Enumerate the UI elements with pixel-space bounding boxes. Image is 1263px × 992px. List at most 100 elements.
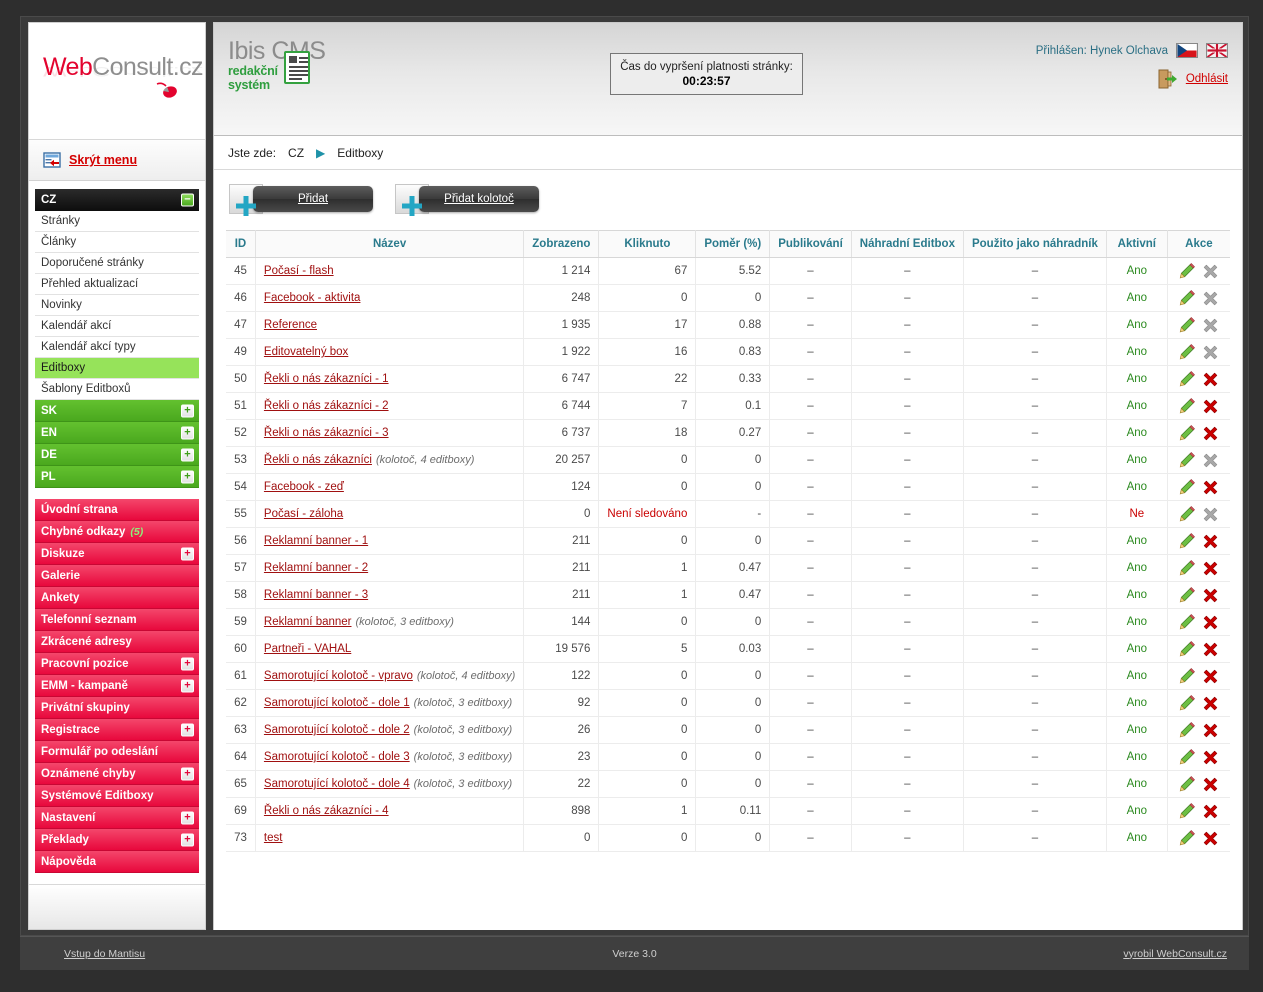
sidebar-group-cz[interactable]: CZ − bbox=[35, 189, 199, 211]
column-header-akce[interactable]: Akce bbox=[1167, 230, 1230, 258]
logout-link[interactable]: Odhlásit bbox=[1186, 73, 1228, 85]
sidebar-item-priv-tn-skupiny[interactable]: Privátní skupiny bbox=[35, 697, 199, 719]
sidebar-item-zkr-cen-adresy[interactable]: Zkrácené adresy bbox=[35, 631, 199, 653]
edit-pencil-icon[interactable] bbox=[1179, 263, 1196, 279]
column-header-pom-r-[interactable]: Poměr (%) bbox=[695, 230, 771, 258]
delete-x-icon[interactable] bbox=[1203, 480, 1218, 495]
edit-pencil-icon[interactable] bbox=[1179, 506, 1196, 522]
producer-link[interactable]: vyrobil WebConsult.cz bbox=[1123, 948, 1227, 960]
expand-item-icon[interactable]: + bbox=[181, 723, 194, 736]
edit-pencil-icon[interactable] bbox=[1179, 371, 1196, 387]
edit-pencil-icon[interactable] bbox=[1179, 587, 1196, 603]
edit-pencil-icon[interactable] bbox=[1179, 668, 1196, 684]
sidebar-item-editboxy[interactable]: Editboxy bbox=[35, 358, 199, 379]
editbox-link[interactable]: Samorotující kolotoč - vpravo bbox=[264, 670, 413, 682]
expand-pl-icon[interactable]: + bbox=[181, 470, 194, 483]
delete-x-icon[interactable] bbox=[1203, 426, 1218, 441]
editbox-link[interactable]: Reklamní banner - 2 bbox=[264, 562, 368, 574]
edit-pencil-icon[interactable] bbox=[1179, 695, 1196, 711]
sidebar-item-pracovn-pozice[interactable]: Pracovní pozice + bbox=[35, 653, 199, 675]
sidebar-item-telefonn-seznam[interactable]: Telefonní seznam bbox=[35, 609, 199, 631]
sidebar-item-novinky[interactable]: Novinky bbox=[35, 295, 199, 316]
add-carousel-button[interactable]: Přidat kolotoč bbox=[395, 184, 539, 216]
sidebar-group-pl[interactable]: PL + bbox=[35, 466, 199, 488]
column-header-pou-ito-jako-n-hradn-k[interactable]: Použito jako náhradník bbox=[963, 230, 1107, 258]
editbox-link[interactable]: Počasí - flash bbox=[264, 265, 334, 277]
editbox-link[interactable]: Samorotující kolotoč - dole 3 bbox=[264, 751, 410, 763]
edit-pencil-icon[interactable] bbox=[1179, 344, 1196, 360]
editbox-link[interactable]: Facebook - aktivita bbox=[264, 292, 361, 304]
expand-item-icon[interactable]: + bbox=[181, 657, 194, 670]
edit-pencil-icon[interactable] bbox=[1179, 830, 1196, 846]
add-button[interactable]: Přidat bbox=[229, 184, 373, 216]
editbox-link[interactable]: Samorotující kolotoč - dole 1 bbox=[264, 697, 410, 709]
editbox-link[interactable]: Řekli o nás zákazníci bbox=[264, 454, 372, 466]
delete-x-icon[interactable] bbox=[1203, 804, 1218, 819]
edit-pencil-icon[interactable] bbox=[1179, 398, 1196, 414]
editbox-link[interactable]: Řekli o nás zákazníci - 1 bbox=[264, 373, 389, 385]
editbox-link[interactable]: Samorotující kolotoč - dole 2 bbox=[264, 724, 410, 736]
column-header-aktivn-[interactable]: Aktivní bbox=[1106, 230, 1168, 258]
edit-pencil-icon[interactable] bbox=[1179, 803, 1196, 819]
sidebar-item-chybn-odkazy[interactable]: Chybné odkazy (5) bbox=[35, 521, 199, 543]
delete-x-icon[interactable] bbox=[1203, 696, 1218, 711]
hide-menu-button[interactable]: Skrýt menu bbox=[29, 140, 205, 181]
editbox-link[interactable]: Reference bbox=[264, 319, 317, 331]
delete-x-icon[interactable] bbox=[1203, 372, 1218, 387]
add-carousel-label[interactable]: Přidat kolotoč bbox=[444, 193, 514, 205]
delete-x-icon[interactable] bbox=[1203, 750, 1218, 765]
add-button-tab[interactable]: Přidat bbox=[253, 186, 373, 212]
expand-de-icon[interactable]: + bbox=[181, 448, 194, 461]
sidebar-item-nastaven-[interactable]: Nastavení + bbox=[35, 807, 199, 829]
column-header-n-hradn-editbox[interactable]: Náhradní Editbox bbox=[851, 230, 964, 258]
delete-x-icon[interactable] bbox=[1203, 723, 1218, 738]
editbox-link[interactable]: Počasí - záloha bbox=[264, 508, 343, 520]
sidebar-item-formul-po-odesl-n-[interactable]: Formulář po odeslání bbox=[35, 741, 199, 763]
editbox-link[interactable]: Reklamní banner - 3 bbox=[264, 589, 368, 601]
edit-pencil-icon[interactable] bbox=[1179, 425, 1196, 441]
hide-menu-label[interactable]: Skrýt menu bbox=[69, 153, 137, 167]
editbox-link[interactable]: Facebook - zeď bbox=[264, 481, 344, 493]
sidebar-item-diskuze[interactable]: Diskuze + bbox=[35, 543, 199, 565]
breadcrumb-root[interactable]: CZ bbox=[288, 146, 304, 160]
sidebar-item-str-nky[interactable]: Stránky bbox=[35, 211, 199, 232]
edit-pencil-icon[interactable] bbox=[1179, 533, 1196, 549]
column-header-kliknuto[interactable]: Kliknuto bbox=[598, 230, 697, 258]
en-flag-icon[interactable] bbox=[1206, 43, 1228, 58]
editbox-link[interactable]: Editovatelný box bbox=[264, 346, 348, 358]
sidebar-item--ablony-editbox-[interactable]: Šablony Editboxů bbox=[35, 379, 199, 400]
delete-x-icon[interactable] bbox=[1203, 831, 1218, 846]
sidebar-group-en[interactable]: EN + bbox=[35, 422, 199, 444]
cz-flag-icon[interactable] bbox=[1176, 43, 1198, 58]
sidebar-item-ankety[interactable]: Ankety bbox=[35, 587, 199, 609]
edit-pencil-icon[interactable] bbox=[1179, 749, 1196, 765]
expand-item-icon[interactable]: + bbox=[181, 547, 194, 560]
add-carousel-tab[interactable]: Přidat kolotoč bbox=[419, 186, 539, 212]
expand-sk-icon[interactable]: + bbox=[181, 404, 194, 417]
delete-x-icon[interactable] bbox=[1203, 534, 1218, 549]
edit-pencil-icon[interactable] bbox=[1179, 776, 1196, 792]
sidebar-item-p-ehled-aktualizac-[interactable]: Přehled aktualizací bbox=[35, 274, 199, 295]
sidebar-item-n-pov-da[interactable]: Nápověda bbox=[35, 851, 199, 873]
delete-x-icon[interactable] bbox=[1203, 669, 1218, 684]
collapse-cz-icon[interactable]: − bbox=[181, 193, 194, 207]
delete-x-icon[interactable] bbox=[1203, 399, 1218, 414]
sidebar-item--vodn-strana[interactable]: Úvodní strana bbox=[35, 499, 199, 521]
sidebar-item-kalend-akc-typy[interactable]: Kalendář akcí typy bbox=[35, 337, 199, 358]
editbox-link[interactable]: Partneři - VAHAL bbox=[264, 643, 351, 655]
expand-item-icon[interactable]: + bbox=[181, 833, 194, 846]
sidebar-group-de[interactable]: DE + bbox=[35, 444, 199, 466]
sidebar-item-kalend-akc-[interactable]: Kalendář akcí bbox=[35, 316, 199, 337]
sidebar-item-registrace[interactable]: Registrace + bbox=[35, 719, 199, 741]
add-button-label[interactable]: Přidat bbox=[298, 193, 328, 205]
sidebar-item-doporu-en-str-nky[interactable]: Doporučené stránky bbox=[35, 253, 199, 274]
edit-pencil-icon[interactable] bbox=[1179, 614, 1196, 630]
delete-x-icon[interactable] bbox=[1203, 588, 1218, 603]
sidebar-group-sk[interactable]: SK + bbox=[35, 400, 199, 422]
edit-pencil-icon[interactable] bbox=[1179, 722, 1196, 738]
expand-item-icon[interactable]: + bbox=[181, 767, 194, 780]
sidebar-item-syst-mov-editboxy[interactable]: Systémové Editboxy bbox=[35, 785, 199, 807]
sidebar-item-p-eklady[interactable]: Překlady + bbox=[35, 829, 199, 851]
edit-pencil-icon[interactable] bbox=[1179, 560, 1196, 576]
edit-pencil-icon[interactable] bbox=[1179, 290, 1196, 306]
